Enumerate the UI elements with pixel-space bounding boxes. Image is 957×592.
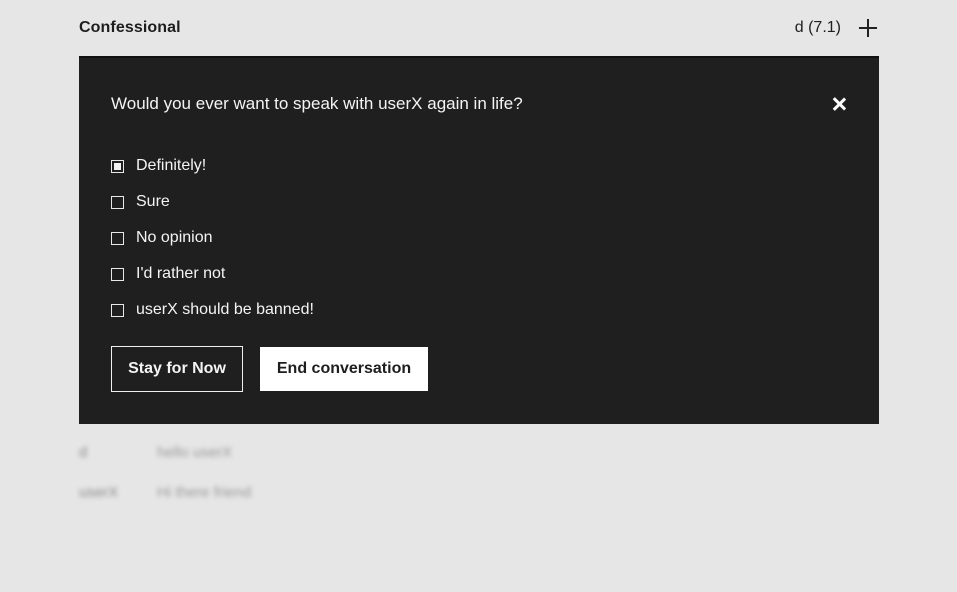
- option-label: No opinion: [136, 229, 213, 246]
- close-icon[interactable]: [831, 96, 847, 112]
- checkbox-checked[interactable]: [111, 159, 124, 173]
- option-label: userX should be banned!: [136, 301, 314, 318]
- modal-actions: Stay for Now End conversation: [111, 346, 428, 392]
- session-label: d (7.1): [794, 19, 841, 36]
- option-label: I'd rather not: [136, 265, 226, 282]
- chat-messages: d hello userX userX Hi there friend: [79, 432, 879, 512]
- option-banned[interactable]: userX should be banned!: [111, 292, 314, 328]
- checkbox[interactable]: [111, 195, 124, 209]
- option-no-opinion[interactable]: No opinion: [111, 220, 314, 256]
- option-rather-not[interactable]: I'd rather not: [111, 256, 314, 292]
- modal-question: Would you ever want to speak with userX …: [111, 94, 523, 113]
- feedback-modal: Would you ever want to speak with userX …: [79, 56, 879, 424]
- option-label: Sure: [136, 193, 170, 210]
- checkbox[interactable]: [111, 231, 124, 245]
- stay-button[interactable]: Stay for Now: [111, 346, 243, 392]
- option-definitely[interactable]: Definitely!: [111, 148, 314, 184]
- message-author: userX: [79, 483, 119, 501]
- header-bar: Confessional d (7.1): [79, 0, 879, 56]
- page-title: Confessional: [79, 19, 181, 36]
- option-sure[interactable]: Sure: [111, 184, 314, 220]
- header-actions: d (7.1): [795, 17, 879, 39]
- chat-message: userX Hi there friend: [79, 472, 879, 512]
- option-list: Definitely! Sure No opinion I'd rather n…: [111, 148, 314, 328]
- message-author: d: [79, 443, 88, 461]
- checkbox[interactable]: [111, 303, 124, 317]
- message-text: hello userX: [157, 443, 233, 461]
- option-label: Definitely!: [136, 157, 207, 174]
- plus-icon[interactable]: [857, 17, 879, 39]
- chat-message: d hello userX: [79, 432, 879, 472]
- end-conversation-button[interactable]: End conversation: [260, 347, 428, 391]
- checkbox[interactable]: [111, 267, 124, 281]
- message-text: Hi there friend: [157, 483, 252, 501]
